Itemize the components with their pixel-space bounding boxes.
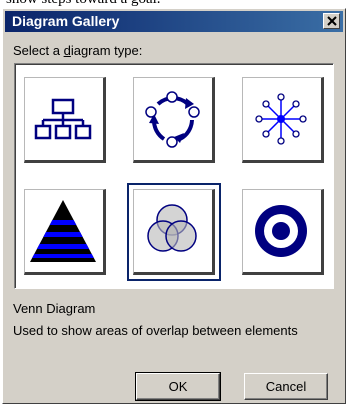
diagram-gallery — [14, 63, 334, 289]
background-text-fragment: show steps toward a goal. — [6, 0, 161, 8]
org-chart-icon — [34, 98, 92, 140]
diagram-tile-target[interactable] — [242, 189, 324, 275]
close-icon — [327, 16, 337, 26]
diagram-tile-pyramid[interactable] — [24, 189, 106, 275]
pyramid-icon — [30, 200, 96, 262]
title-bar[interactable]: Diagram Gallery — [5, 11, 343, 32]
target-icon — [255, 205, 307, 257]
close-button[interactable] — [323, 13, 340, 29]
diagram-tile-radial[interactable] — [242, 77, 324, 163]
selected-diagram-name: Venn Diagram — [13, 301, 96, 316]
background-document: show steps toward a goal. — [0, 0, 348, 8]
ok-button[interactable]: OK — [135, 372, 221, 401]
diagram-tile-cycle[interactable] — [133, 77, 215, 163]
diagram-tile-venn[interactable] — [127, 183, 221, 281]
venn-icon — [147, 204, 197, 252]
selected-diagram-description: Used to show areas of overlap between el… — [13, 323, 298, 338]
diagram-tile-organization-chart[interactable] — [24, 77, 106, 163]
cancel-button[interactable]: Cancel — [244, 373, 328, 400]
radial-icon — [255, 93, 307, 145]
diagram-gallery-dialog: Diagram Gallery Select a diagram type: V… — [2, 8, 346, 404]
cycle-icon — [145, 91, 200, 148]
diagram-type-prompt: Select a diagram type: — [13, 43, 143, 58]
dialog-title: Diagram Gallery — [12, 13, 120, 29]
